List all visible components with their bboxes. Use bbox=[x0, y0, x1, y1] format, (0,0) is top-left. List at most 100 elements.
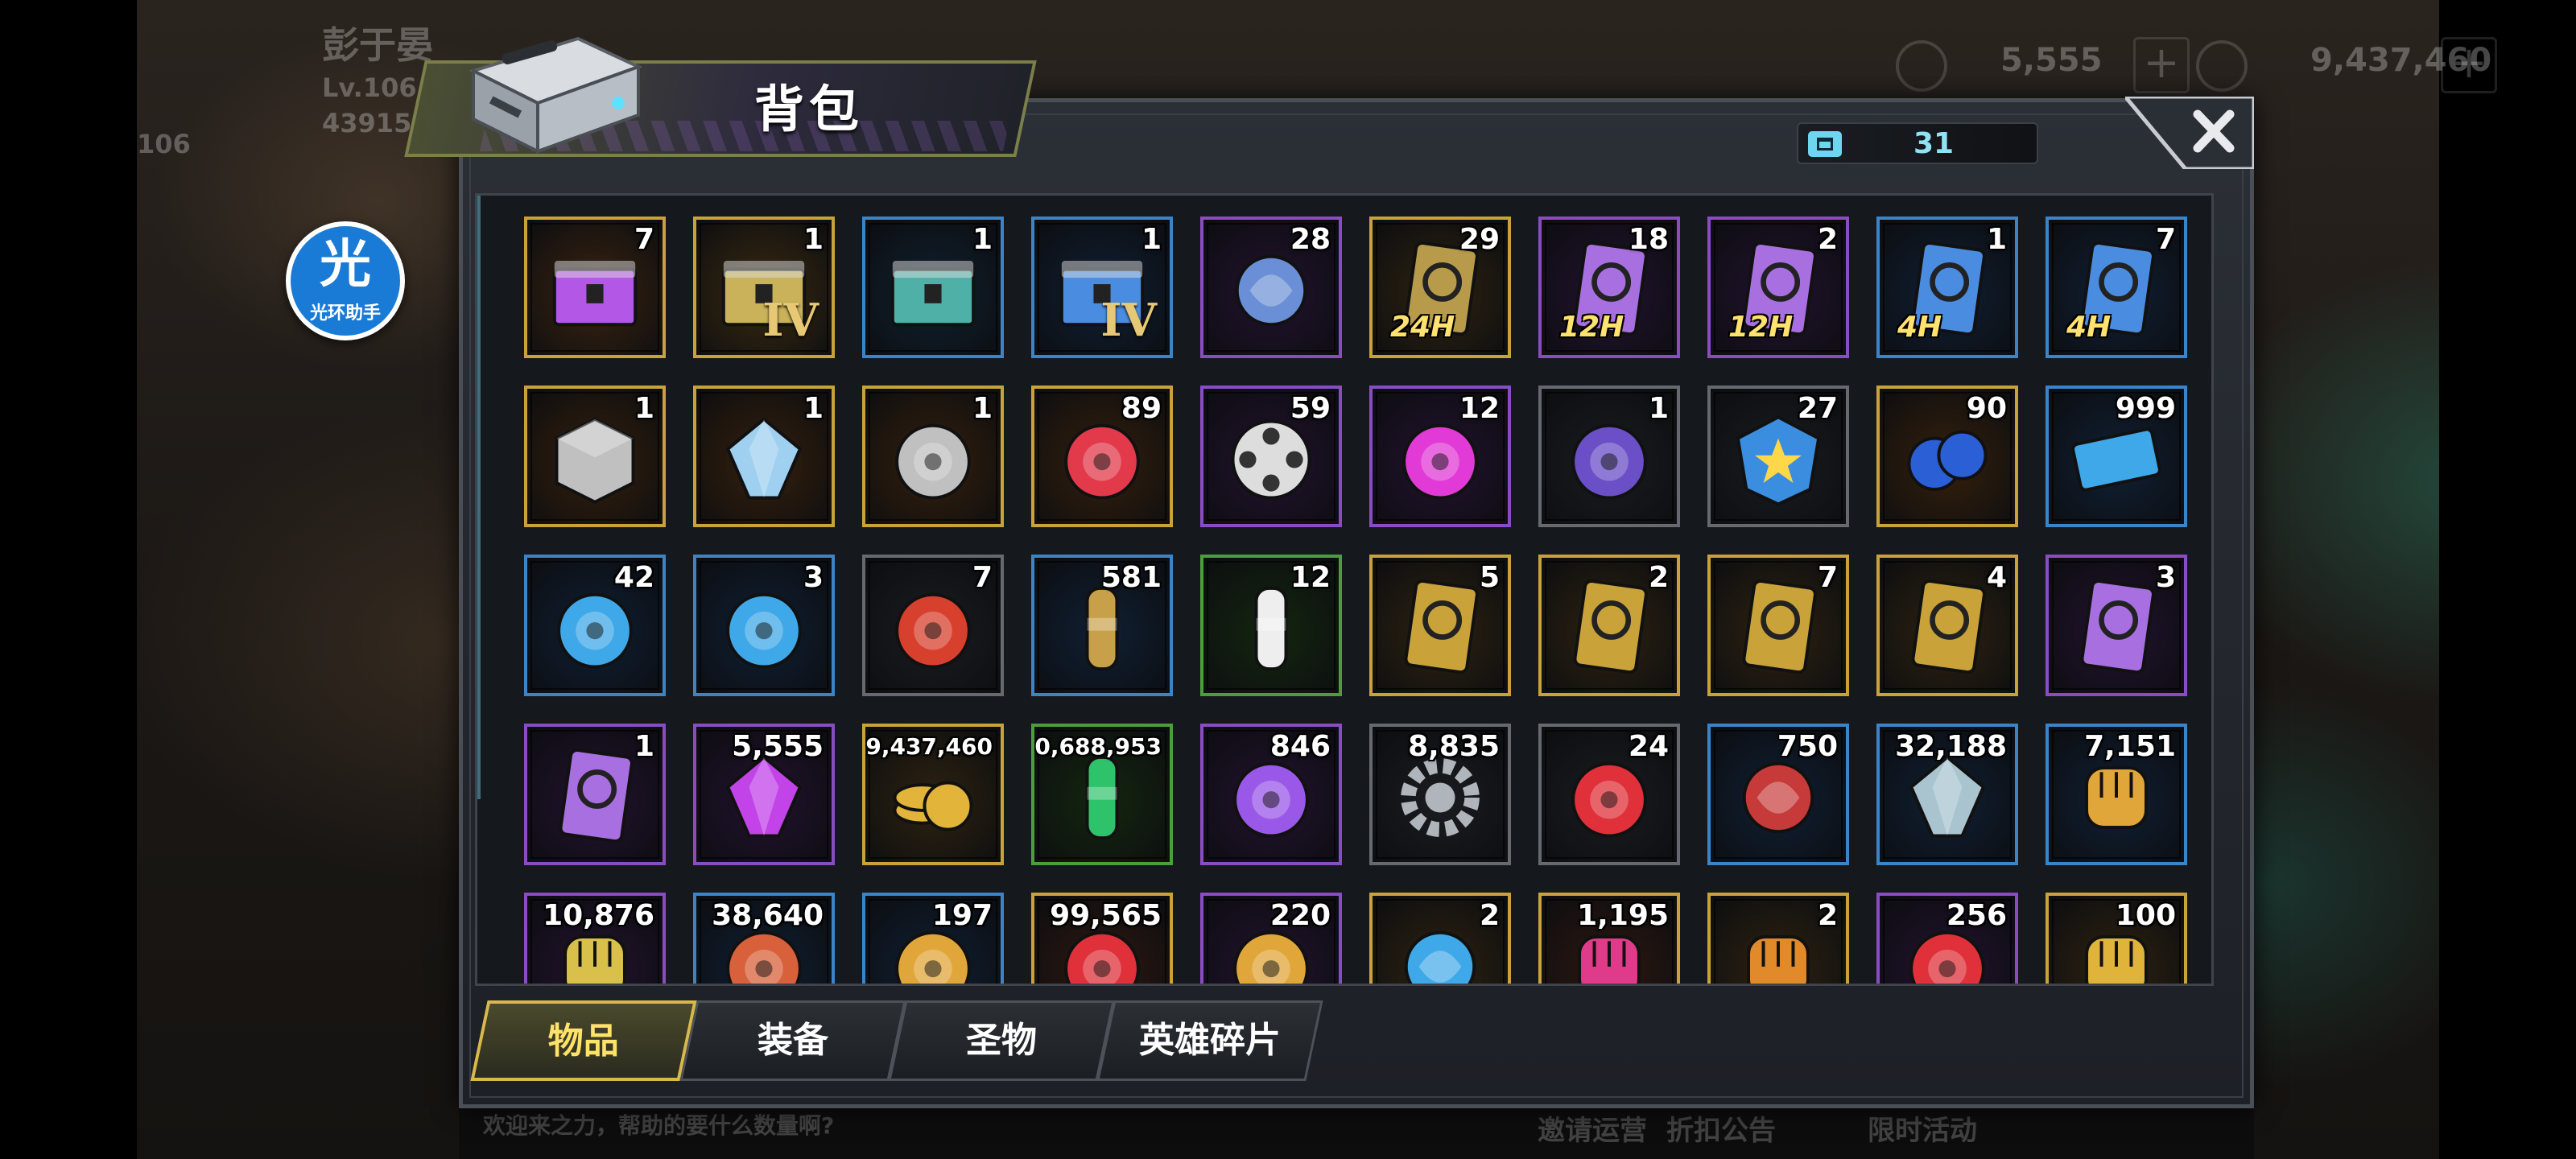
item-slot[interactable]: 27 bbox=[1707, 386, 1849, 527]
item-slot[interactable]: 89 bbox=[1031, 386, 1173, 527]
tab-equipment[interactable]: 装备 bbox=[679, 1000, 906, 1081]
item-count: 59 bbox=[1290, 392, 1331, 425]
chat-hint[interactable]: 欢迎来之力，帮助的要什么数量啊? bbox=[483, 1108, 834, 1140]
item-count: 38,640 bbox=[712, 899, 824, 932]
item-slot[interactable]: IV 1 bbox=[693, 217, 835, 358]
item-slot[interactable]: 38,640 bbox=[693, 893, 835, 984]
gold-add-button[interactable]: + bbox=[2441, 37, 2497, 93]
bottom-link-2[interactable]: 折扣公告 bbox=[1666, 1108, 1776, 1148]
item-slot[interactable]: 10,876 bbox=[524, 893, 666, 984]
item-slot[interactable]: 12H 2 bbox=[1707, 217, 1849, 358]
item-slot[interactable]: 999 bbox=[2046, 386, 2187, 527]
item-duration-label: 12H bbox=[1728, 311, 1794, 344]
item-slot[interactable]: 42 bbox=[524, 555, 666, 696]
item-count: 5,555 bbox=[732, 730, 824, 763]
capacity-value: 31 bbox=[1913, 127, 1955, 160]
item-slot[interactable]: 32,188 bbox=[1876, 724, 2018, 865]
item-duration-label: 4H bbox=[2066, 311, 2112, 344]
item-count: 1 bbox=[803, 392, 824, 425]
item-slot[interactable]: 3 bbox=[2046, 555, 2187, 696]
gold-coins-icon bbox=[893, 781, 973, 831]
item-slot[interactable]: 4 bbox=[1876, 555, 2018, 696]
backpack-chest-icon bbox=[469, 36, 643, 155]
item-count: 29 bbox=[1459, 223, 1500, 256]
tab-hero-shards[interactable]: 英雄碎片 bbox=[1096, 1000, 1323, 1081]
item-slot[interactable]: 12 bbox=[1200, 555, 1342, 696]
bottom-link-3[interactable]: 限时活动 bbox=[1868, 1108, 1977, 1148]
item-slot[interactable]: 24 bbox=[1538, 724, 1680, 865]
item-slot[interactable]: 28 bbox=[1200, 217, 1342, 358]
assistant-float-button[interactable]: 光 光环助手 bbox=[286, 221, 405, 340]
item-slot[interactable]: 8,835 bbox=[1369, 724, 1511, 865]
item-slot[interactable]: 1,195 bbox=[1538, 893, 1680, 984]
item-slot[interactable]: 1 bbox=[862, 217, 1004, 358]
purple-glasses-card-icon bbox=[559, 749, 634, 843]
item-slot[interactable]: 9,437,460 bbox=[862, 724, 1004, 865]
item-slot[interactable]: 846 bbox=[1200, 724, 1342, 865]
item-slot[interactable]: 1 bbox=[862, 386, 1004, 527]
item-slot[interactable]: 2 bbox=[1707, 893, 1849, 984]
item-slot[interactable]: 3 bbox=[693, 555, 835, 696]
item-slot[interactable]: 7 bbox=[524, 217, 666, 358]
item-slot[interactable]: 12 bbox=[1369, 386, 1511, 527]
bottom-link-1[interactable]: 邀请运营 bbox=[1538, 1108, 1647, 1148]
item-count: 18 bbox=[1628, 223, 1669, 256]
item-slot[interactable]: 1 bbox=[524, 724, 666, 865]
item-count: 220 bbox=[1269, 899, 1331, 932]
revolver-card-icon bbox=[1573, 580, 1648, 674]
close-button[interactable] bbox=[2125, 97, 2254, 169]
item-count: 8,835 bbox=[1408, 730, 1500, 763]
item-count: 197 bbox=[931, 899, 993, 932]
green-canister-icon bbox=[1085, 755, 1119, 840]
item-slot[interactable]: 12H 18 bbox=[1538, 217, 1680, 358]
item-slot[interactable]: 197 bbox=[862, 893, 1004, 984]
item-slot[interactable]: 99,565 bbox=[1031, 893, 1173, 984]
item-slot[interactable]: 5 bbox=[1369, 555, 1511, 696]
tab-relics[interactable]: 圣物 bbox=[888, 1000, 1115, 1081]
item-count: 99,565 bbox=[1050, 899, 1162, 932]
item-slot[interactable]: 7 bbox=[1707, 555, 1849, 696]
item-slot[interactable]: 220 bbox=[1200, 893, 1342, 984]
silver-cube-icon bbox=[555, 417, 635, 505]
gem-currency: 5,555 bbox=[2000, 42, 2103, 79]
game-screen: 彭于晏 Lv.106 439159 106 5,555 + 9,437,460 … bbox=[0, 0, 2576, 1159]
item-slot[interactable]: 7 bbox=[862, 555, 1004, 696]
item-slot[interactable]: 750 bbox=[1707, 724, 1849, 865]
item-slot[interactable]: 1 bbox=[693, 386, 835, 527]
item-slot[interactable]: 256 bbox=[1876, 893, 2018, 984]
item-grid[interactable]: 7 IV 1 1 IV 1 28 24H 29 12H 18 12H 2 4H 1 4H 7 … bbox=[477, 196, 2211, 984]
item-slot[interactable]: 4H 1 bbox=[1876, 217, 2018, 358]
item-count: 2 bbox=[1817, 223, 1838, 256]
item-slot[interactable]: 2 bbox=[1369, 893, 1511, 984]
item-count: 10,876 bbox=[543, 899, 654, 932]
item-tier-label: IV bbox=[762, 294, 819, 347]
item-count: 12 bbox=[1290, 561, 1331, 594]
item-slot[interactable]: 24H 29 bbox=[1369, 217, 1511, 358]
item-slot[interactable]: 59 bbox=[1200, 386, 1342, 527]
item-count: 7 bbox=[634, 223, 654, 256]
item-slot[interactable]: 100 bbox=[2046, 893, 2187, 984]
item-count: 1 bbox=[634, 392, 654, 425]
item-slot[interactable]: 1 bbox=[524, 386, 666, 527]
player-level: Lv.106 bbox=[322, 72, 417, 103]
item-slot[interactable]: 7,151 bbox=[2046, 724, 2187, 865]
item-slot[interactable]: IV 1 bbox=[1031, 217, 1173, 358]
item-slot[interactable]: 40,688,953 bbox=[1031, 724, 1173, 865]
item-count: 40,688,953 bbox=[1031, 733, 1162, 760]
item-count: 1 bbox=[1141, 223, 1162, 256]
tab-items[interactable]: 物品 bbox=[470, 1000, 697, 1081]
item-slot[interactable]: 2 bbox=[1538, 555, 1680, 696]
item-count: 32,188 bbox=[1895, 730, 2007, 763]
gem-chest-icon bbox=[552, 261, 638, 327]
item-count: 2 bbox=[1648, 561, 1669, 594]
item-count: 999 bbox=[2115, 392, 2176, 425]
item-slot[interactable]: 581 bbox=[1031, 555, 1173, 696]
gem-add-button[interactable]: + bbox=[2133, 37, 2190, 93]
item-count: 28 bbox=[1290, 223, 1331, 256]
item-count: 89 bbox=[1121, 392, 1162, 425]
item-slot[interactable]: 1 bbox=[1538, 386, 1680, 527]
item-slot[interactable]: 5,555 bbox=[693, 724, 835, 865]
item-slot[interactable]: 4H 7 bbox=[2046, 217, 2187, 358]
item-slot[interactable]: 90 bbox=[1876, 386, 2018, 527]
blue-cap-icon bbox=[726, 592, 802, 669]
